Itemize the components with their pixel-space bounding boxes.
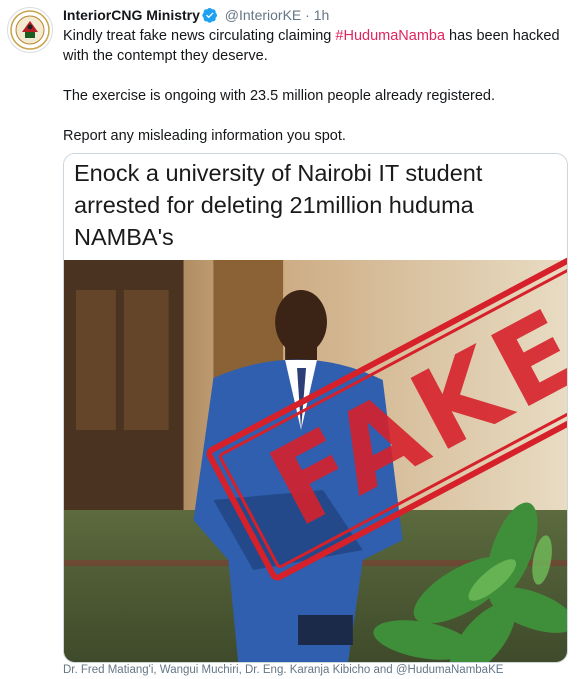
avatar[interactable] bbox=[7, 7, 53, 53]
tagged-users-caption[interactable]: Dr. Fred Matiang'i, Wangui Muchiri, Dr. … bbox=[63, 664, 503, 676]
news-headline: Enock a university of Nairobi IT student… bbox=[64, 154, 567, 260]
paragraph-3: Report any misleading information you sp… bbox=[63, 128, 346, 144]
verified-badge-icon bbox=[202, 7, 218, 27]
tweet-text: Kindly treat fake news circulating claim… bbox=[63, 26, 568, 166]
hashtag-link[interactable]: #HudumaNamba bbox=[335, 28, 445, 44]
paragraph-2: The exercise is ongoing with 23.5 millio… bbox=[63, 88, 496, 104]
handle[interactable]: @InteriorKE bbox=[225, 7, 301, 23]
media-image[interactable]: Enock a university of Nairobi IT student… bbox=[63, 153, 568, 663]
text-before-hashtag: Kindly treat fake news circulating claim… bbox=[63, 28, 336, 44]
ministry-seal-icon bbox=[10, 10, 50, 50]
tweet-header: InteriorCNG Ministry @InteriorKE · 1h bbox=[63, 6, 570, 27]
display-name[interactable]: InteriorCNG Ministry bbox=[63, 7, 200, 23]
separator: · bbox=[305, 7, 310, 23]
paragraph-1: Kindly treat fake news circulating claim… bbox=[63, 26, 568, 66]
timestamp[interactable]: 1h bbox=[314, 7, 330, 23]
tweet[interactable]: InteriorCNG Ministry @InteriorKE · 1h Ki… bbox=[0, 0, 580, 679]
